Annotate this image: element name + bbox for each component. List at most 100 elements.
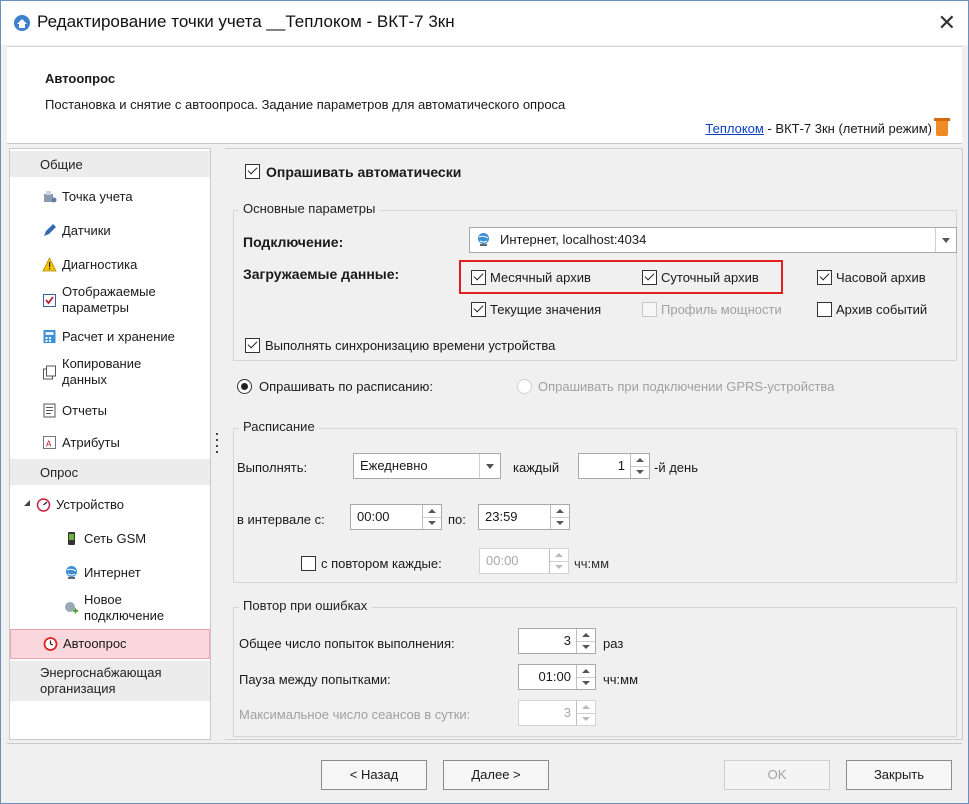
- sidebar-item-label: Копирование: [62, 356, 142, 371]
- main-panel: Опрашивать автоматически Основные параме…: [225, 148, 963, 740]
- sidebar-item-diagnostika[interactable]: Диагностика: [10, 253, 210, 277]
- total-tries-stepper[interactable]: 3: [518, 628, 596, 654]
- monthly-archive-label: Месячный архив: [490, 270, 591, 285]
- pause-value: 01:00: [538, 669, 571, 684]
- sidebar-item-atributy[interactable]: A Атрибуты: [10, 431, 210, 455]
- device-gauge-icon: [36, 498, 51, 512]
- hourly-archive-label: Часовой архив: [836, 270, 926, 285]
- expand-arrow-icon[interactable]: [23, 499, 31, 507]
- chevron-down-icon[interactable]: [935, 228, 956, 252]
- sidebar-group-opros[interactable]: Опрос: [10, 459, 210, 485]
- sidebar-item-avtoopros[interactable]: Автоопрос: [10, 629, 210, 659]
- daily-archive-checkbox[interactable]: [642, 270, 657, 285]
- monthly-archive-checkbox[interactable]: [471, 270, 486, 285]
- sidebar-item-otchety[interactable]: Отчеты: [10, 399, 210, 423]
- auto-poll-checkbox[interactable]: [245, 164, 260, 179]
- schedule-radio-label: Опрашивать по расписанию:: [259, 379, 434, 394]
- trash-icon[interactable]: [934, 118, 950, 136]
- back-button[interactable]: < Назад: [321, 760, 427, 790]
- stepper-buttons[interactable]: [549, 549, 568, 573]
- repeat-stepper[interactable]: 00:00: [479, 548, 569, 574]
- day-suffix-label: -й день: [654, 460, 698, 475]
- document-icon: [43, 403, 56, 418]
- sidebar-item-datchiki[interactable]: Датчики: [10, 219, 210, 243]
- sidebar-group-general[interactable]: Общие: [10, 151, 210, 177]
- current-values-label: Текущие значения: [490, 302, 602, 317]
- chevron-down-icon[interactable]: [479, 454, 500, 478]
- sidebar-item-label: Сеть GSM: [84, 531, 147, 546]
- stepper-up-icon[interactable]: [577, 665, 595, 677]
- page-header: Автоопрос Постановка и снятие с автоопро…: [7, 46, 962, 144]
- time-sync-label: Выполнять синхронизацию времени устройст…: [265, 338, 556, 353]
- repeat-value: 00:00: [486, 553, 519, 568]
- hourly-archive-checkbox[interactable]: [817, 270, 832, 285]
- interval-to-stepper[interactable]: 23:59: [478, 504, 570, 530]
- sidebar-item-internet[interactable]: Интернет: [10, 561, 210, 585]
- stepper-down-icon[interactable]: [577, 677, 595, 690]
- stepper-up-icon[interactable]: [423, 505, 441, 517]
- stepper-up-icon[interactable]: [577, 701, 595, 713]
- interval-from-stepper[interactable]: 00:00: [350, 504, 442, 530]
- pause-unit-label: чч:мм: [603, 672, 639, 687]
- sidebar-item-otobr[interactable]: Отображаемые параметры: [10, 281, 210, 319]
- stepper-buttons[interactable]: [576, 629, 595, 653]
- stepper-buttons[interactable]: [422, 505, 441, 529]
- sidebar-item-ustroystvo[interactable]: Устройство: [10, 493, 210, 517]
- sidebar-item-label: Диагностика: [62, 257, 138, 272]
- power-profile-checkbox[interactable]: [642, 302, 657, 317]
- next-button[interactable]: Далее >: [443, 760, 549, 790]
- execute-select[interactable]: Ежедневно: [353, 453, 501, 479]
- connection-label: Подключение:: [243, 234, 344, 250]
- stepper-buttons[interactable]: [550, 505, 569, 529]
- time-sync-checkbox[interactable]: [245, 338, 260, 353]
- sidebar-item-label: Автоопрос: [63, 636, 127, 651]
- ok-button[interactable]: OK: [724, 760, 830, 790]
- close-window-button[interactable]: ✕: [938, 10, 956, 36]
- gprs-radio-label: Опрашивать при подключении GPRS-устройст…: [538, 379, 835, 394]
- organization-link[interactable]: Теплоком: [705, 121, 763, 136]
- stepper-up-icon[interactable]: [577, 629, 595, 641]
- stepper-down-icon[interactable]: [551, 517, 569, 530]
- every-day-stepper[interactable]: 1: [578, 453, 650, 479]
- schedule-legend: Расписание: [239, 419, 319, 434]
- gprs-radio[interactable]: [517, 379, 532, 394]
- stepper-buttons[interactable]: [576, 665, 595, 689]
- repeat-checkbox[interactable]: [301, 556, 316, 571]
- interval-from-label: в интервале с:: [237, 512, 325, 527]
- stepper-buttons[interactable]: [576, 701, 595, 725]
- stepper-down-icon[interactable]: [423, 517, 441, 530]
- auto-poll-label: Опрашивать автоматически: [266, 164, 462, 180]
- sidebar-item-kopir[interactable]: Копирование данных: [10, 353, 210, 391]
- close-button[interactable]: Закрыть: [846, 760, 952, 790]
- title-bar: Редактирование точки учета __Теплоком - …: [1, 1, 968, 45]
- checklist-icon: [43, 294, 56, 307]
- panel-splitter[interactable]: [211, 148, 223, 738]
- stepper-down-icon[interactable]: [631, 466, 649, 479]
- stepper-up-icon[interactable]: [631, 454, 649, 466]
- max-sessions-stepper[interactable]: 3: [518, 700, 596, 726]
- schedule-radio[interactable]: [237, 379, 252, 394]
- events-archive-checkbox[interactable]: [817, 302, 832, 317]
- sidebar-item-novoe[interactable]: Новое подключение: [10, 589, 210, 627]
- stepper-up-icon[interactable]: [550, 549, 568, 561]
- globe-icon: [478, 233, 489, 246]
- app-icon: [14, 15, 30, 31]
- sidebar-group-label: Энергоснабжающая: [40, 665, 162, 680]
- sidebar-item-label: параметры: [62, 300, 129, 315]
- stepper-up-icon[interactable]: [551, 505, 569, 517]
- pause-stepper[interactable]: 01:00: [518, 664, 596, 690]
- stepper-buttons[interactable]: [630, 454, 649, 478]
- sidebar-item-tochka[interactable]: Точка учета: [10, 185, 210, 209]
- stepper-down-icon[interactable]: [577, 641, 595, 654]
- sidebar-item-raschet[interactable]: Расчет и хранение: [10, 325, 210, 349]
- stepper-down-icon[interactable]: [550, 561, 568, 574]
- sidebar-group-energo[interactable]: Энергоснабжающая организация: [10, 661, 210, 701]
- connection-select[interactable]: Интернет, localhost:4034: [469, 227, 957, 253]
- current-values-checkbox[interactable]: [471, 302, 486, 317]
- sidebar-item-gsm[interactable]: Сеть GSM: [10, 527, 210, 551]
- calculator-icon: [43, 330, 56, 343]
- sidebar-item-label: Отображаемые: [62, 284, 156, 299]
- stepper-down-icon[interactable]: [577, 713, 595, 726]
- events-archive-label: Архив событий: [836, 302, 928, 317]
- retry-legend: Повтор при ошибках: [239, 598, 372, 613]
